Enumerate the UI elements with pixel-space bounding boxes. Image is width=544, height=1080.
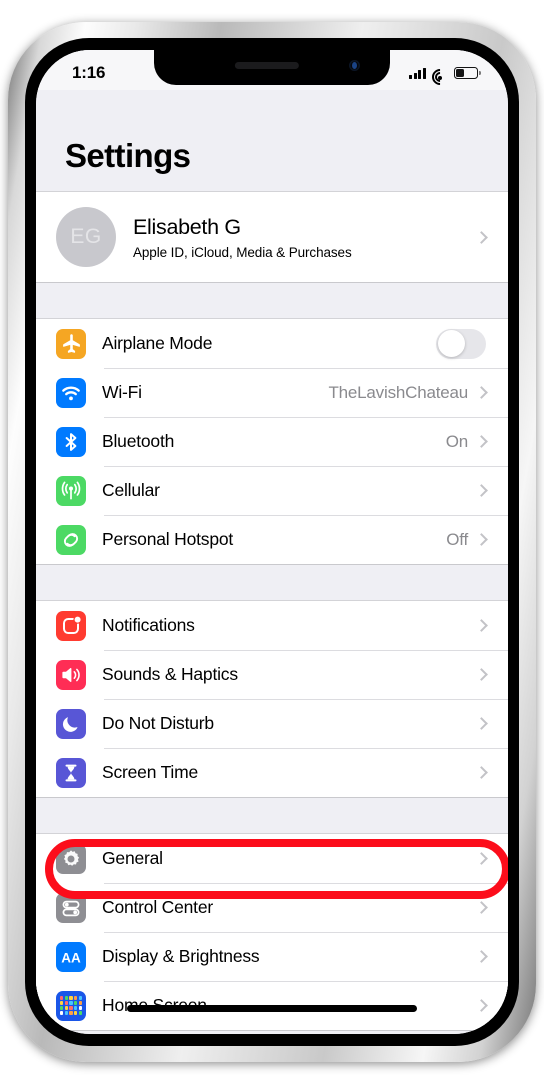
settings-row-bluetooth[interactable]: Bluetooth On xyxy=(36,417,508,466)
wifi-glyph xyxy=(62,386,80,400)
chevron-right-icon xyxy=(475,668,488,681)
wifi-icon xyxy=(428,65,452,89)
group-separator xyxy=(36,283,508,318)
speaker-grille xyxy=(234,62,299,69)
settings-row-label: Cellular xyxy=(102,480,160,500)
settings-row-label: Screen Time xyxy=(102,762,199,782)
hourglass-glyph xyxy=(65,764,77,781)
chevron-right-icon xyxy=(475,950,488,963)
moon-glyph xyxy=(62,716,78,732)
settings-row-do-not-disturb[interactable]: Do Not Disturb xyxy=(36,699,508,748)
svg-text:AA: AA xyxy=(61,950,81,965)
airplane-glyph xyxy=(63,333,80,353)
settings-row-airplane-mode[interactable]: Airplane Mode xyxy=(36,319,508,368)
settings-row-notifications[interactable]: Notifications xyxy=(36,601,508,650)
settings-row-label: Do Not Disturb xyxy=(102,713,214,733)
aa-text-glyph: AA xyxy=(61,950,81,965)
gear-glyph xyxy=(63,849,80,866)
settings-row-label: Sounds & Haptics xyxy=(102,664,238,684)
settings-row-screen-time[interactable]: Screen Time xyxy=(36,748,508,797)
home-indicator[interactable] xyxy=(127,1005,417,1012)
settings-row-label: Personal Hotspot xyxy=(102,529,234,549)
toggles-icon xyxy=(56,892,86,923)
settings-row-label: General xyxy=(102,848,163,868)
chevron-right-icon xyxy=(475,766,488,779)
device-screen: Settings EG Elisabeth G Apple ID, iCloud… xyxy=(36,50,508,1034)
airplane-mode-toggle[interactable] xyxy=(436,328,486,359)
hotspot-icon xyxy=(56,524,86,555)
settings-row-value: On xyxy=(445,431,468,451)
settings-row-label: Control Center xyxy=(102,897,214,917)
settings-row-label: Wi-Fi xyxy=(102,382,142,402)
cellular-antenna-icon xyxy=(56,475,86,506)
chevron-right-icon xyxy=(475,484,488,497)
moon-icon xyxy=(56,708,86,739)
chevron-right-icon xyxy=(475,619,488,632)
chevron-right-icon xyxy=(475,852,488,865)
speaker-glyph xyxy=(62,667,80,682)
bluetooth-glyph xyxy=(65,432,77,451)
general-group: General Control Center AA Display & Brig… xyxy=(36,833,508,1031)
home-screen-dot-grid xyxy=(60,996,82,1015)
status-time: 1:16 xyxy=(72,63,106,82)
apple-id-row[interactable]: EG Elisabeth G Apple ID, iCloud, Media &… xyxy=(36,192,508,282)
iphone-device-frame: Settings EG Elisabeth G Apple ID, iCloud… xyxy=(8,22,536,1062)
battery-icon xyxy=(454,67,481,79)
notifications-icon xyxy=(56,610,86,641)
page-title: Settings xyxy=(65,137,191,174)
device-bezel: Settings EG Elisabeth G Apple ID, iCloud… xyxy=(25,38,519,1046)
settings-row-wifi[interactable]: Wi-Fi TheLavishChateau xyxy=(36,368,508,417)
cellular-signal-icon xyxy=(409,67,426,79)
gear-icon xyxy=(56,843,86,874)
settings-row-sounds-haptics[interactable]: Sounds & Haptics xyxy=(36,650,508,699)
bluetooth-icon xyxy=(56,426,86,457)
settings-row-label: Display & Brightness xyxy=(102,946,260,966)
chevron-right-icon xyxy=(475,533,488,546)
notifications-group: Notifications Sounds & Haptics Do Not Di… xyxy=(36,600,508,798)
chevron-right-icon xyxy=(475,901,488,914)
settings-scroll-view[interactable]: Settings EG Elisabeth G Apple ID, iCloud… xyxy=(36,50,508,1034)
group-separator xyxy=(36,565,508,600)
settings-row-value: Off xyxy=(446,529,468,549)
account-subtitle: Apple ID, iCloud, Media & Purchases xyxy=(133,244,352,260)
hotspot-glyph xyxy=(63,532,79,547)
chevron-right-icon xyxy=(475,386,488,399)
settings-row-label: Notifications xyxy=(102,615,195,635)
toggles-glyph xyxy=(62,900,80,916)
settings-row-label: Bluetooth xyxy=(102,431,175,451)
account-name: Elisabeth G xyxy=(133,214,241,239)
settings-row-value: TheLavishChateau xyxy=(328,382,468,402)
hourglass-icon xyxy=(56,757,86,788)
avatar: EG xyxy=(56,207,116,267)
account-group: EG Elisabeth G Apple ID, iCloud, Media &… xyxy=(36,191,508,283)
chevron-right-icon xyxy=(475,435,488,448)
home-screen-grid-icon xyxy=(56,990,86,1021)
avatar-initials: EG xyxy=(70,225,102,248)
front-camera-icon xyxy=(349,60,360,71)
airplane-icon xyxy=(56,328,86,359)
device-notch xyxy=(154,50,390,85)
chevron-right-icon xyxy=(475,230,488,244)
aa-text-icon: AA xyxy=(56,941,86,972)
status-icons xyxy=(409,65,481,89)
chevron-right-icon xyxy=(475,717,488,730)
settings-row-cellular[interactable]: Cellular xyxy=(36,466,508,515)
account-text: Elisabeth G Apple ID, iCloud, Media & Pu… xyxy=(133,215,477,260)
wifi-icon xyxy=(56,377,86,408)
settings-row-personal-hotspot[interactable]: Personal Hotspot Off xyxy=(36,515,508,564)
notifications-glyph xyxy=(63,614,82,634)
settings-row-display-brightness[interactable]: AA Display & Brightness xyxy=(36,932,508,981)
chevron-right-icon xyxy=(475,999,488,1012)
settings-row-general[interactable]: General xyxy=(36,834,508,899)
connectivity-group: Airplane Mode Wi-Fi TheLavishChateau Blu… xyxy=(36,318,508,565)
settings-row-control-center[interactable]: Control Center xyxy=(36,883,508,932)
speaker-icon xyxy=(56,659,86,690)
group-separator xyxy=(36,798,508,833)
settings-row-label: Airplane Mode xyxy=(102,333,213,353)
cellular-antenna-glyph xyxy=(61,481,81,499)
